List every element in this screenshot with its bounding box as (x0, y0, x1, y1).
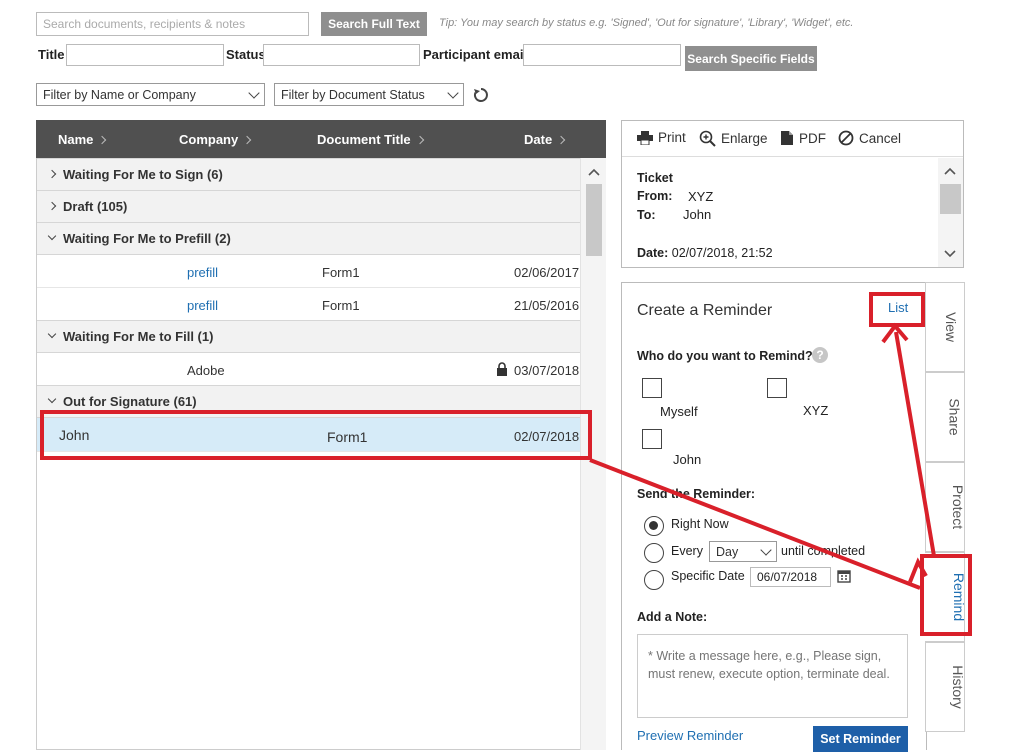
annotation-arrows (589, 322, 936, 590)
